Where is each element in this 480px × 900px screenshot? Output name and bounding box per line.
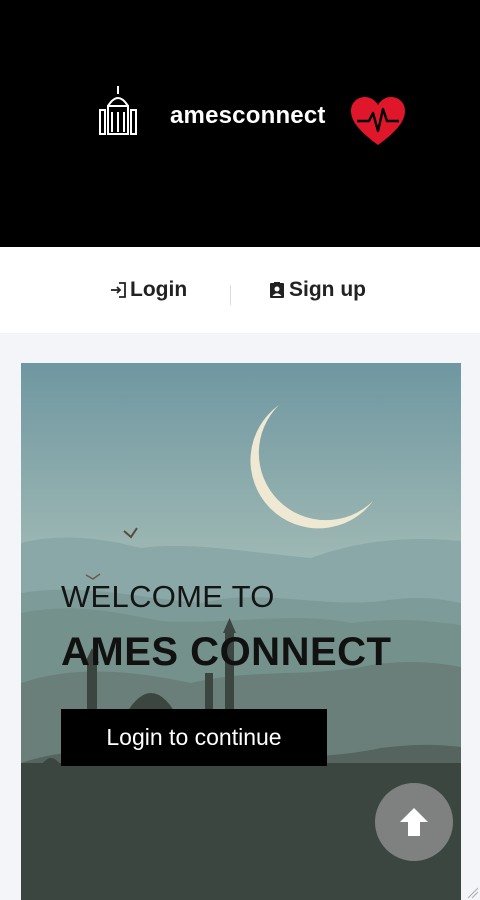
scroll-to-top-button[interactable] [375, 783, 453, 861]
auth-divider [230, 285, 231, 305]
auth-bar [0, 247, 480, 333]
contact-card-icon [270, 282, 284, 298]
login-arrow-icon [111, 282, 126, 298]
welcome-text: WELCOME TO [61, 579, 275, 614]
arrow-up-icon [400, 808, 428, 836]
login-to-continue-button[interactable]: Login to continue [61, 709, 327, 766]
signup-link[interactable]: Sign up [268, 278, 366, 302]
crescent-mosque-icon [93, 78, 148, 135]
signup-label: Sign up [289, 278, 366, 301]
brand-name: amesconnect [170, 102, 326, 129]
login-link[interactable]: Login [109, 278, 187, 302]
hero-brand-heading: AMES CONNECT [61, 630, 392, 674]
heartbeat-icon [351, 97, 405, 145]
login-label: Login [130, 278, 188, 301]
resize-grip-icon[interactable] [466, 886, 478, 898]
